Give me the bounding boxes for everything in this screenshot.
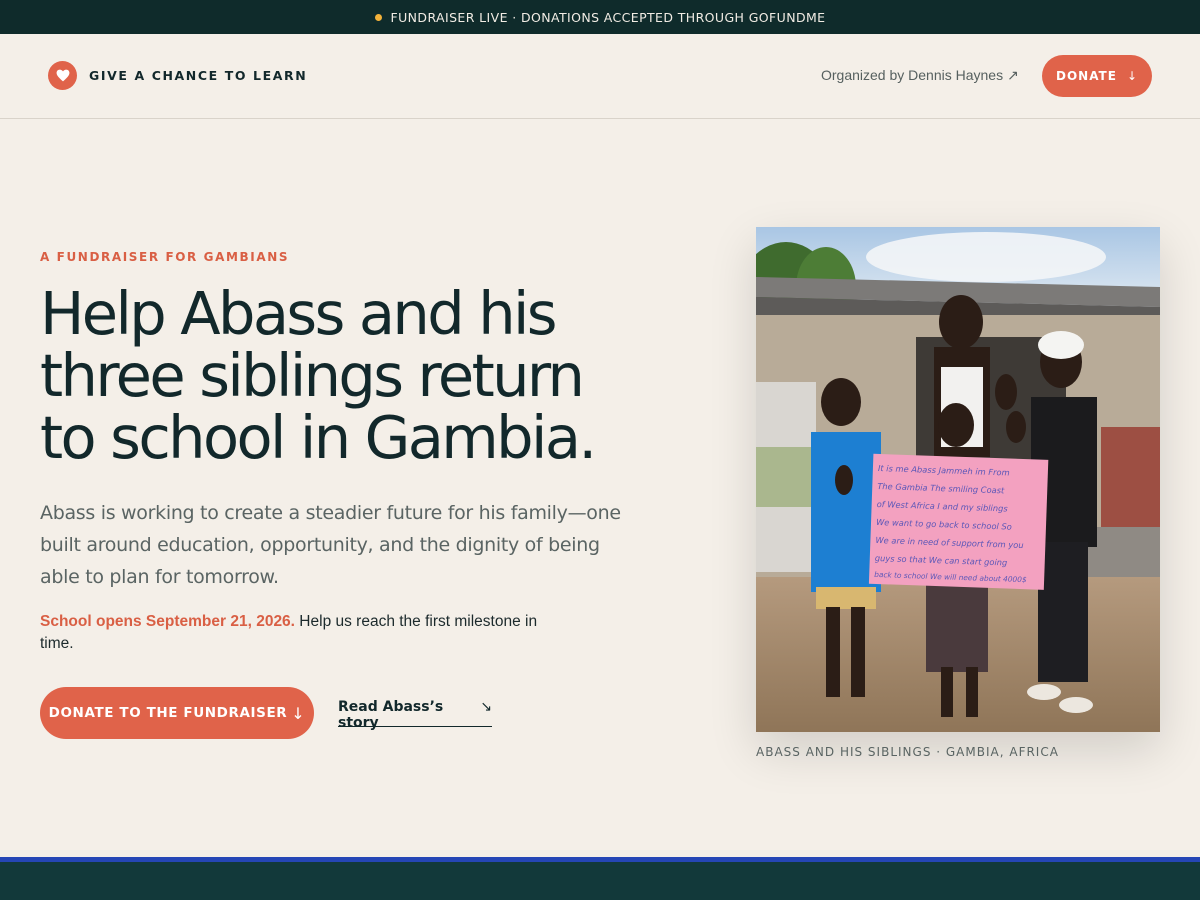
- photo-caption: ABASS AND HIS SIBLINGS · GAMBIA, AFRICA: [756, 745, 1059, 759]
- arrow-down-right-icon: ↘: [480, 699, 492, 715]
- brand-name: GIVE A CHANCE TO LEARN: [89, 68, 308, 83]
- donate-fundraiser-label: DONATE TO THE FUNDRAISER: [48, 705, 288, 721]
- arrow-down-icon: ↓: [291, 703, 306, 723]
- small-girl-dress: [926, 577, 988, 672]
- organizer-text: Organized by Dennis Haynes: [821, 67, 1004, 83]
- heart-icon-shape: [56, 69, 69, 82]
- white-cap: [1038, 331, 1084, 359]
- handwritten-sign: It is me Abass Jammeh im From The Gambia…: [868, 453, 1049, 590]
- live-dot-icon: [374, 13, 382, 21]
- hero-lede: Abass is working to create a steadier fu…: [40, 502, 621, 588]
- brand-logo-link[interactable]: GIVE A CHANCE TO LEARN: [48, 61, 307, 90]
- donate-fundraiser-button[interactable]: DONATE TO THE FUNDRAISER ↓: [40, 687, 314, 739]
- donate-label: DONATE: [1055, 69, 1117, 83]
- read-story-label: Read Abass’s story: [338, 699, 444, 731]
- headline-line-1: Help Abass and his: [40, 279, 558, 348]
- siblings-photo-illustration: It is me Abass Jammeh im From The Gambia…: [756, 227, 1160, 732]
- donate-button[interactable]: DONATE ↓: [1042, 55, 1152, 97]
- external-link-icon: ↗: [1007, 67, 1019, 83]
- school-date-highlight: School opens September 21, 2026.: [40, 613, 295, 630]
- announcement-bar: FUNDRAISER LIVE · DONATIONS ACCEPTED THR…: [0, 0, 1200, 34]
- heart-icon: [48, 61, 77, 90]
- organizer-link[interactable]: Organized by Dennis Haynes ↗: [821, 67, 1019, 84]
- hero-eyebrow: A FUNDRAISER FOR GAMBIANS: [40, 250, 290, 264]
- announcement-text: FUNDRAISER LIVE · DONATIONS ACCEPTED THR…: [390, 9, 826, 25]
- hero-headline: Help Abass and his three siblings return…: [40, 283, 660, 469]
- headline-line-2: three siblings return: [40, 341, 585, 410]
- siblings-photo: It is me Abass Jammeh im From The Gambia…: [756, 227, 1160, 732]
- footer-band: [0, 857, 1200, 900]
- site-header: GIVE A CHANCE TO LEARN Organized by Denn…: [0, 34, 1200, 119]
- school-date-note: School opens September 21, 2026. Help us…: [40, 611, 570, 655]
- headline-line-3: to school in Gambia.: [40, 403, 597, 472]
- arrow-down-icon: ↓: [1126, 69, 1138, 83]
- read-story-link[interactable]: Read Abass’s story ↘: [338, 699, 492, 731]
